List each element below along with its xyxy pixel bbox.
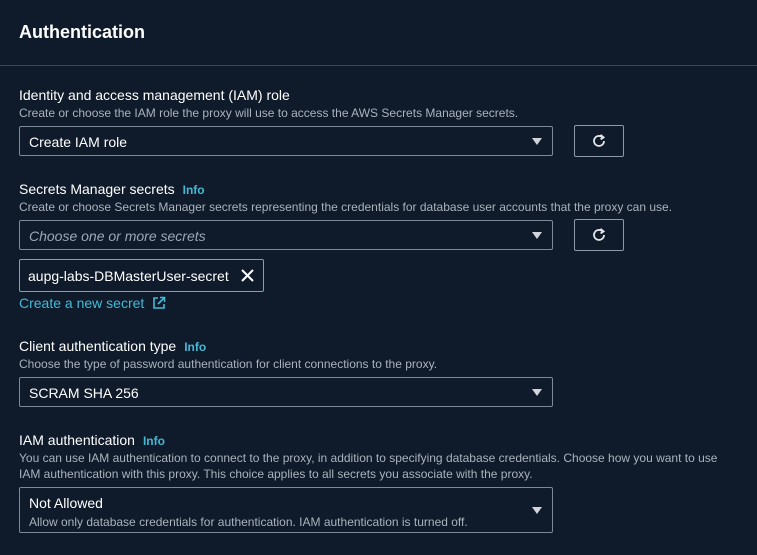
secrets-refresh-button[interactable] [574,219,624,251]
iam-auth-select[interactable]: Not Allowed Allow only database credenti… [19,487,553,533]
external-link-icon [153,296,166,309]
selected-secret-token: aupg-labs-DBMasterUser-secret [19,259,264,292]
iam-role-refresh-button[interactable] [574,125,624,157]
client-auth-selected-value: SCRAM SHA 256 [29,385,139,401]
panel-title: Authentication [19,22,145,42]
iam-auth-selected-value: Not Allowed [29,495,103,511]
refresh-icon [593,228,606,241]
iam-auth-label-row: IAM authentication Info [19,432,165,448]
secrets-description: Create or choose Secrets Manager secrets… [19,200,673,214]
client-auth-info-link[interactable]: Info [184,340,206,354]
refresh-icon [593,134,606,147]
iam-auth-description-line-2: IAM authentication with this proxy. This… [19,467,533,481]
create-new-secret-link[interactable]: Create a new secret [19,295,166,311]
secrets-label: Secrets Manager secrets [19,181,175,197]
caret-down-icon [532,389,542,396]
iam-auth-info-link[interactable]: Info [143,434,165,448]
secrets-select[interactable]: Choose one or more secrets [19,220,553,250]
iam-role-select[interactable]: Create IAM role [19,126,553,156]
caret-down-icon [532,232,542,239]
iam-auth-description-line-1: You can use IAM authentication to connec… [19,451,718,465]
panel-header: Authentication [0,0,757,66]
client-auth-label: Client authentication type [19,338,177,354]
authentication-panel: Authentication Identity and access manag… [0,0,757,555]
secrets-placeholder: Choose one or more secrets [29,228,206,244]
secrets-label-row: Secrets Manager secrets Info [19,181,205,197]
iam-role-description: Create or choose the IAM role the proxy … [19,106,519,120]
client-auth-label-row: Client authentication type Info [19,338,206,354]
secrets-info-link[interactable]: Info [183,183,205,197]
iam-role-selected-value: Create IAM role [29,134,128,150]
caret-down-icon [532,138,542,145]
client-auth-select[interactable]: SCRAM SHA 256 [19,377,553,407]
iam-role-label: Identity and access management (IAM) rol… [19,87,290,103]
iam-auth-selected-description: Allow only database credentials for auth… [29,515,468,529]
caret-down-icon [532,507,542,514]
close-icon [241,269,254,282]
client-auth-description: Choose the type of password authenticati… [19,357,438,371]
remove-secret-button[interactable] [240,268,255,288]
create-new-secret-label: Create a new secret [19,295,145,311]
iam-auth-label: IAM authentication [19,432,135,448]
selected-secret-label: aupg-labs-DBMasterUser-secret [28,268,229,284]
